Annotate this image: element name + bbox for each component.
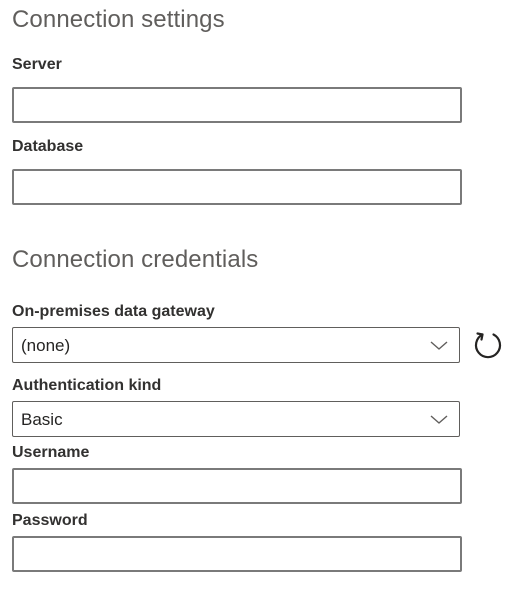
database-input[interactable]: [12, 169, 462, 205]
refresh-icon: [474, 332, 502, 359]
username-label: Username: [12, 444, 90, 461]
auth-kind-dropdown[interactable]: Basic: [12, 401, 460, 437]
chevron-down-icon: [430, 341, 448, 350]
server-input[interactable]: [12, 87, 462, 123]
chevron-down-icon: [430, 415, 448, 424]
connection-settings-title: Connection settings: [12, 6, 225, 33]
server-label: Server: [12, 56, 62, 73]
connection-credentials-title: Connection credentials: [12, 246, 259, 273]
gateway-label: On-premises data gateway: [12, 303, 215, 320]
database-label: Database: [12, 138, 84, 155]
gateway-selected-value: (none): [21, 336, 71, 355]
gateway-dropdown[interactable]: (none): [12, 327, 460, 363]
refresh-gateways-button[interactable]: [471, 328, 505, 360]
password-label: Password: [12, 512, 88, 529]
password-input[interactable]: [12, 536, 462, 572]
auth-kind-selected-value: Basic: [21, 410, 63, 429]
auth-kind-label: Authentication kind: [12, 377, 162, 394]
username-input[interactable]: [12, 468, 462, 504]
